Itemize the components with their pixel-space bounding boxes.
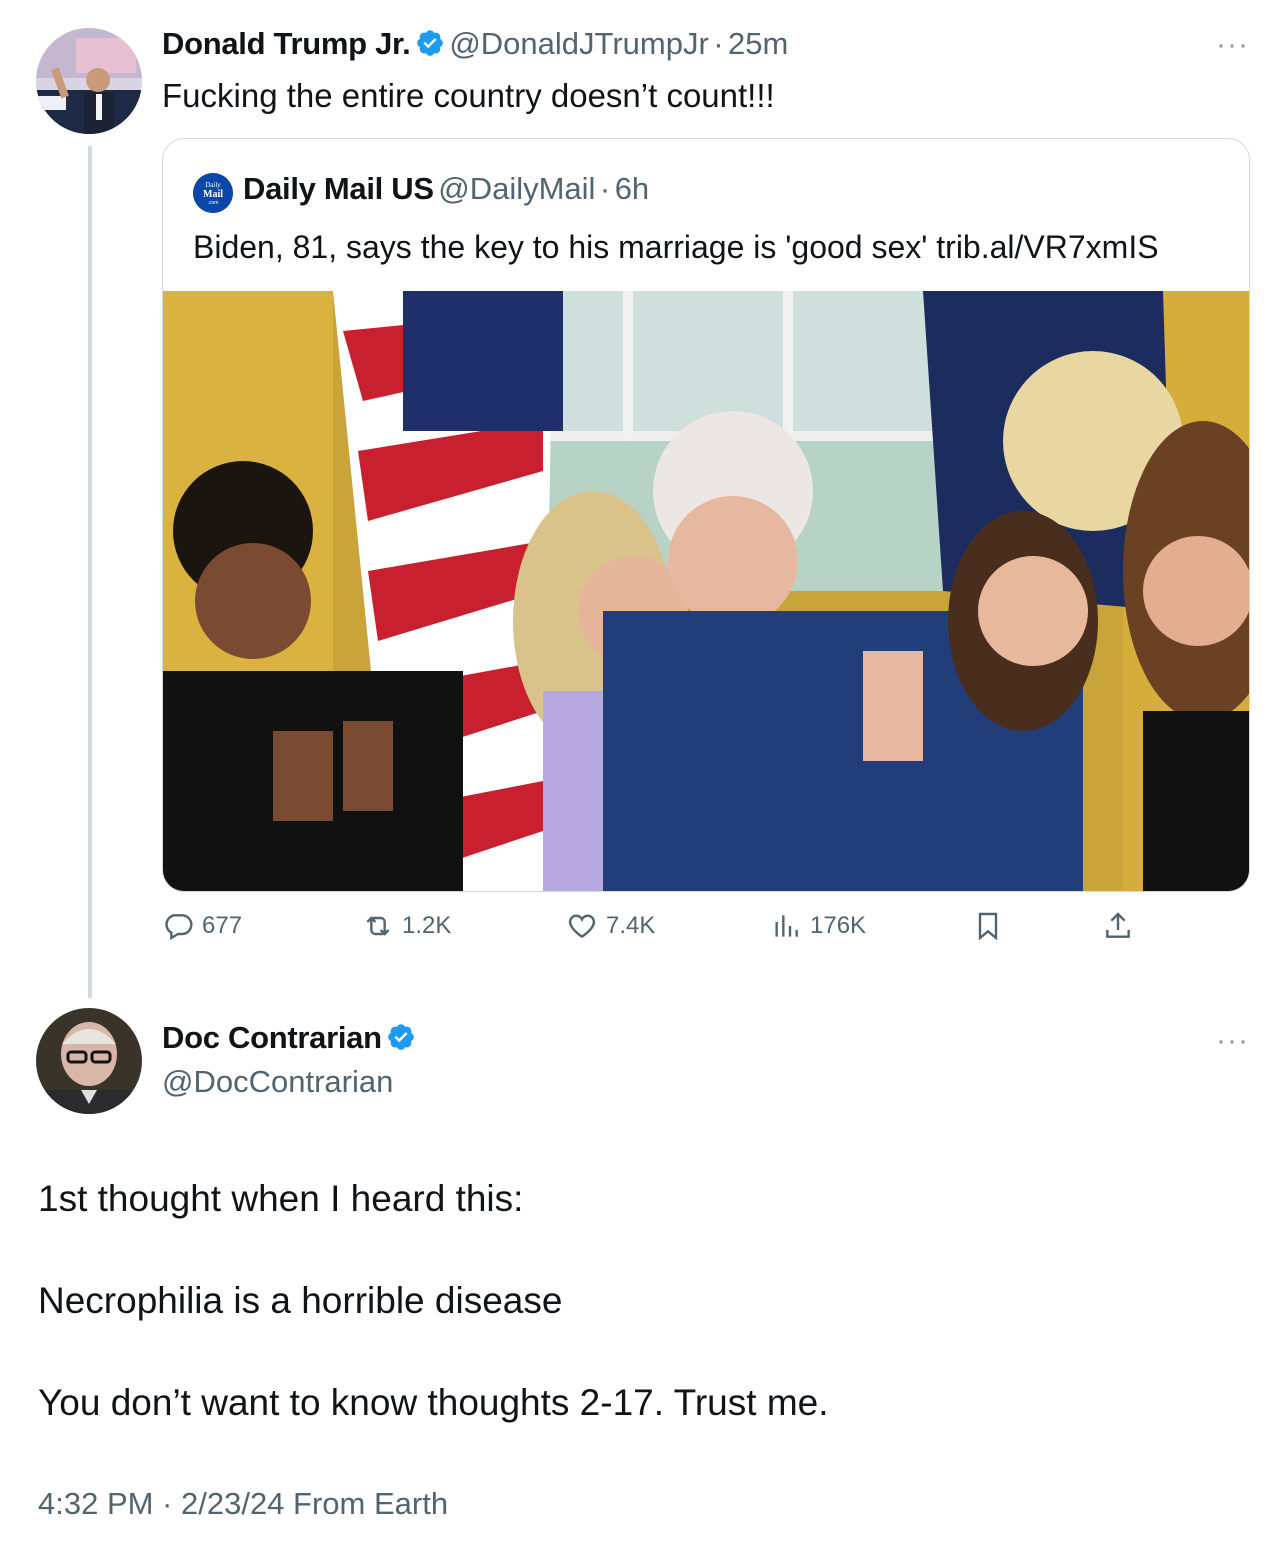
reply-text-line-3: You don’t want to know thoughts 2-17. Tr…: [38, 1382, 829, 1423]
reply-author-name[interactable]: Doc Contrarian: [162, 1020, 382, 1055]
retweet-icon: [366, 916, 390, 936]
share-icon: [1106, 912, 1130, 938]
quoted-tweet-header: Daily Mail US @DailyMail · 6h: [243, 171, 649, 207]
retweet-button[interactable]: 1.2K: [362, 910, 451, 942]
retweet-count: 1.2K: [402, 912, 452, 939]
reply-count: 677: [202, 912, 243, 939]
avatar-photo: [36, 1008, 142, 1114]
quoted-author-name: Daily Mail US: [243, 171, 434, 206]
daily-mail-logo-icon: Daily Mail .com: [193, 173, 233, 213]
like-button[interactable]: 7.4K: [566, 910, 655, 942]
view-count: 176K: [810, 912, 867, 939]
bookmark-button[interactable]: [972, 910, 1012, 942]
avatar-donald-trump-jr[interactable]: [36, 28, 142, 134]
avatar-doc-contrarian[interactable]: [36, 1008, 142, 1114]
views-button[interactable]: 176K: [770, 910, 866, 942]
oval-office-photo: [163, 291, 1249, 891]
reply-icon: [165, 914, 193, 941]
main-tweet-header: Donald Trump Jr. @DonaldJTrumpJr · 25m: [162, 26, 788, 62]
svg-text:.com: .com: [208, 200, 219, 206]
author-name[interactable]: Donald Trump Jr.: [162, 26, 411, 61]
thread-connector-line: [88, 146, 92, 998]
separator-dot: ·: [599, 171, 611, 206]
avatar-photo: [36, 28, 142, 134]
bookmark-icon: [978, 912, 998, 941]
reply-text-line-2: Necrophilia is a horrible disease: [38, 1280, 563, 1321]
reply-timestamp[interactable]: 4:32 PM · 2/23/24 From Earth: [38, 1486, 448, 1522]
quoted-tweet-card[interactable]: Daily Mail .com Daily Mail US @DailyMail…: [162, 138, 1250, 892]
more-options-icon[interactable]: ···: [1216, 28, 1249, 62]
analytics-icon: [775, 915, 798, 937]
tweet-time[interactable]: 25m: [728, 26, 788, 61]
quoted-tweet-time: 6h: [614, 171, 650, 206]
heart-icon: [568, 914, 596, 939]
tweet-action-bar: 677 1.2K 7.4K 176K: [162, 910, 1248, 954]
share-button[interactable]: [1102, 910, 1142, 942]
quoted-author-handle: @DailyMail: [438, 171, 596, 206]
main-tweet-text: Fucking the entire country doesn’t count…: [162, 77, 775, 114]
quoted-tweet-text: Biden, 81, says the key to his marriage …: [193, 229, 1159, 265]
reply-tweet-header: Doc Contrarian: [162, 1020, 416, 1056]
more-options-icon[interactable]: ···: [1216, 1024, 1249, 1058]
reply-button[interactable]: 677: [162, 910, 242, 942]
svg-text:Mail: Mail: [203, 189, 223, 200]
separator-dot: ·: [713, 26, 724, 61]
quoted-tweet-photo[interactable]: [163, 291, 1249, 891]
reply-text-line-1: 1st thought when I heard this:: [38, 1178, 524, 1219]
author-handle[interactable]: @DonaldJTrumpJr: [449, 26, 708, 61]
like-count: 7.4K: [606, 912, 656, 939]
verified-badge-icon: [386, 1022, 416, 1052]
reply-author-handle[interactable]: @DocContrarian: [162, 1064, 393, 1100]
svg-text:Daily: Daily: [205, 181, 221, 189]
verified-badge-icon: [415, 28, 445, 58]
